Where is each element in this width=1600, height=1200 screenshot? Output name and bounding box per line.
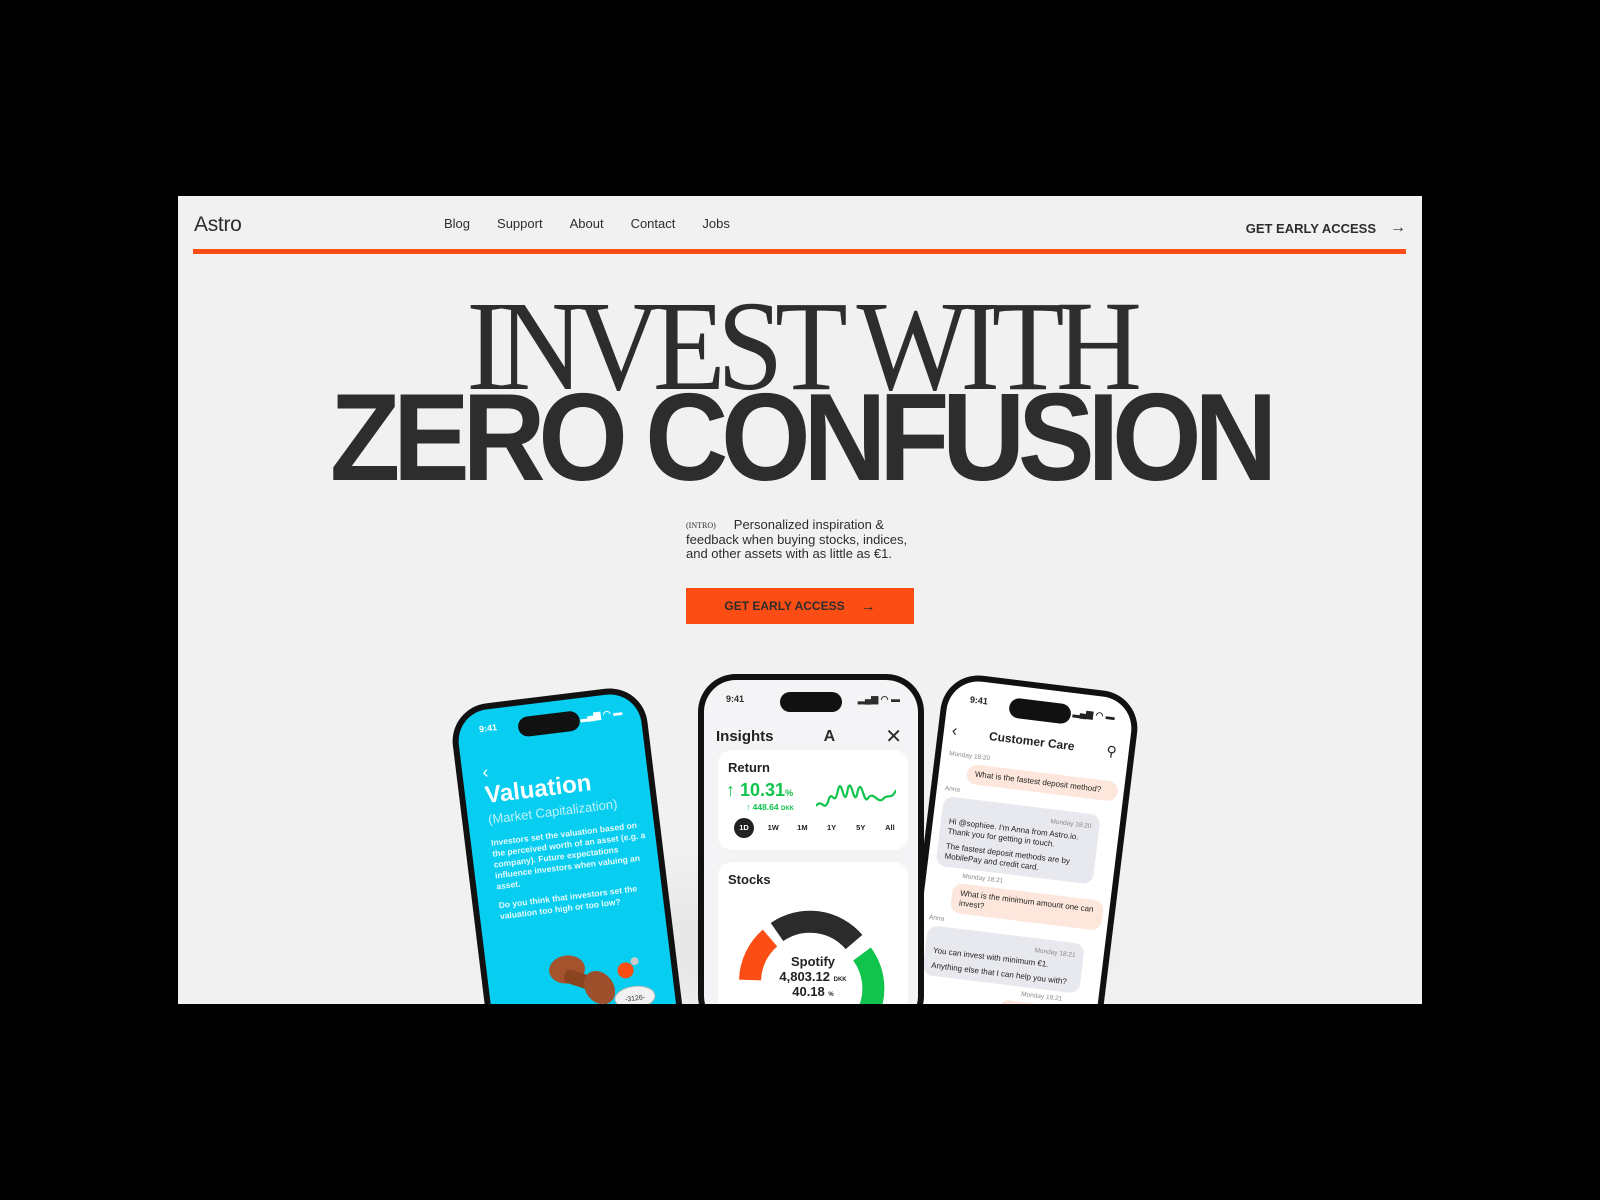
period-1m[interactable]: 1M [792,818,812,838]
return-absolute: ↑ 448.64 DKK [746,802,794,812]
period-1y[interactable]: 1Y [822,818,842,838]
insights-screen: 9:41 ▂▄▆ ◠ ▬ Insights A ✕ Return ↑ 10.31… [704,680,918,1004]
dynamic-island [780,692,842,712]
return-percent: ↑ 10.31% [726,780,794,800]
donut-center-label: Spotify 4,803.12 DKK 40.18 % [718,954,908,999]
return-sparkline [816,784,896,807]
insights-title: Insights [716,728,774,745]
stamp-illustration: -3126- [549,955,656,1004]
arrow-right-icon: → [1390,219,1406,236]
intro-body: Personalized inspiration & feedback when… [686,517,908,561]
stock-value-amount: 4,803.12 [779,969,830,984]
dynamic-island [1008,697,1073,725]
astro-logo-icon: A [823,727,836,745]
nav-link-about[interactable]: About [570,216,604,231]
customer-care-screen: 9:41 ▂▄▆ ◠ ▬ ‹ Customer Care ⚲ Monday 18… [900,677,1136,1004]
nav-links: Blog Support About Contact Jobs [444,216,730,231]
period-1w[interactable]: 1W [763,818,783,838]
customer-care-title: Customer Care [988,729,1076,754]
period-5y[interactable]: 5Y [851,818,871,838]
valuation-paragraph: Investors set the valuation based on the… [490,819,646,892]
period-selector: 1D 1W 1M 1Y 5Y All [734,818,900,838]
signal-wifi-battery-icon: ▂▄▆ ◠ ▬ [857,694,900,704]
nav-link-blog[interactable]: Blog [444,216,470,231]
hero-get-early-access-button[interactable]: GET EARLY ACCESS → [686,588,914,624]
status-time: 9:41 [478,722,498,735]
accent-divider [193,249,1406,254]
signal-wifi-battery-icon: ▂▄▆ ◠ ▬ [1072,707,1116,723]
status-time: 9:41 [969,694,989,707]
stock-percent-value: 40.18 [792,984,825,999]
return-label: Return [728,760,770,775]
return-percent-unit: % [785,788,794,798]
return-absolute-unit: DKK [781,806,794,812]
return-percent-value: 10.31 [740,780,786,800]
phone-customer-care: 9:41 ▂▄▆ ◠ ▬ ‹ Customer Care ⚲ Monday 18… [894,671,1142,1004]
stocks-card: Stocks Spotify 4,803.12 DKK 40.18 % [718,862,908,1004]
close-icon[interactable]: ✕ [885,724,902,749]
landing-page: Astro Blog Support About Contact Jobs GE… [178,196,1422,1004]
status-time: 9:41 [726,694,745,704]
chat-thread: Monday 18:20 What is the fastest deposit… [917,746,1120,1004]
top-nav: Astro Blog Support About Contact Jobs GE… [178,196,1422,254]
nav-get-early-access-button[interactable]: GET EARLY ACCESS → [1246,219,1406,237]
stock-name: Spotify [790,954,836,969]
hero-cta-label: GET EARLY ACCESS [724,599,845,613]
nav-cta-label: GET EARLY ACCESS [1245,220,1376,236]
phone-insights: 9:41 ▂▄▆ ◠ ▬ Insights A ✕ Return ↑ 10.31… [698,674,924,1004]
valuation-screen: 9:41 ▂▄▆ ◠ ▬ ‹ Valuation (Market Capital… [454,690,688,1004]
arrow-right-icon: → [860,597,876,615]
return-card: Return ↑ 10.31% ↑ 448.64 DKK 1D 1W 1M 1Y… [718,750,908,850]
sparkline-path [816,784,896,807]
nav-link-jobs[interactable]: Jobs [702,216,729,231]
back-chevron-icon[interactable]: ‹ [481,762,490,784]
hero-headline-line2: ZERO CONFUSION [329,369,1278,507]
period-all[interactable]: All [880,818,900,838]
stock-percent: 40.18 % [718,984,908,999]
return-absolute-value: 448.64 [752,802,779,812]
stocks-label: Stocks [728,872,771,887]
logo[interactable]: Astro [194,213,242,237]
donut-segment-dark [770,910,863,950]
insights-header: Insights A ✕ [716,724,902,749]
nav-link-support[interactable]: Support [497,216,543,231]
stock-percent-unit: % [828,992,834,998]
stock-value-unit: DKK [833,977,847,983]
signal-wifi-battery-icon: ▂▄▆ ◠ ▬ [579,706,623,722]
intro-tag: (INTRO) [686,521,716,530]
dynamic-island [516,710,581,738]
period-1d[interactable]: 1D [734,818,754,838]
phone-valuation: 9:41 ▂▄▆ ◠ ▬ ‹ Valuation (Market Capital… [448,684,694,1004]
grey-dot [630,957,639,966]
back-chevron-icon[interactable]: ‹ [951,722,958,741]
intro-text: (INTRO) Personalized inspiration & feedba… [686,518,916,561]
stock-value: 4,803.12 DKK [718,969,908,984]
search-icon[interactable]: ⚲ [1105,742,1118,760]
valuation-body: Investors set the valuation based on the… [490,818,660,930]
nav-link-contact[interactable]: Contact [631,216,676,231]
